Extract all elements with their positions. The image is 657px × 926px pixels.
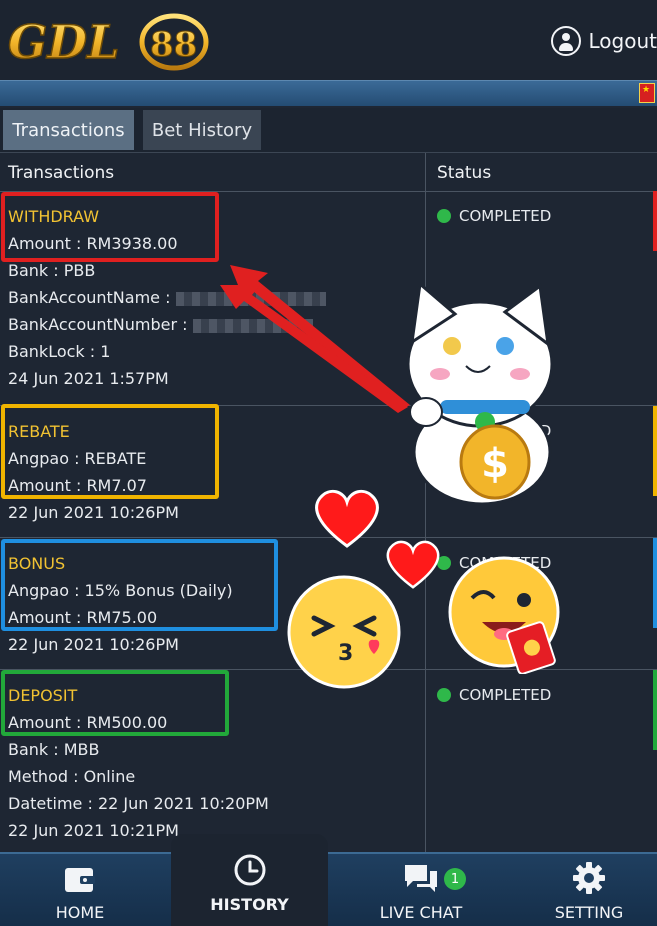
- bonus-highlight-box: [1, 539, 278, 631]
- user-icon: [550, 26, 581, 56]
- flag-icon[interactable]: [639, 83, 655, 103]
- bottom-nav: HOME LIVE CHAT 1 SETTING: [0, 852, 657, 926]
- svg-text:88: 88: [150, 25, 197, 65]
- status-dot-icon: [437, 424, 451, 438]
- redacted-value: [192, 318, 313, 333]
- redacted-value: [175, 291, 326, 306]
- chat-icon: [405, 865, 437, 892]
- transaction-date: 22 Jun 2021 10:26PM: [8, 503, 179, 522]
- svg-text:GDL: GDL: [8, 15, 120, 69]
- logout-button[interactable]: Logout: [550, 26, 657, 56]
- header-transactions: Transactions: [8, 163, 115, 183]
- transaction-detail: BankAccountName :: [8, 288, 326, 307]
- transaction-detail: Method : Online: [8, 767, 136, 786]
- transaction-date: 22 Jun 2021 10:26PM: [8, 635, 179, 654]
- tab-bar: Transactions Bet History: [0, 108, 657, 152]
- rebate-highlight-box: [1, 404, 219, 499]
- nav-setting-label: SETTING: [554, 903, 624, 922]
- nav-history[interactable]: HISTORY: [171, 834, 328, 926]
- wallet-icon: [65, 868, 95, 892]
- tab-bet-history[interactable]: Bet History: [143, 110, 261, 150]
- transaction-date: 22 Jun 2021 10:21PM: [8, 821, 179, 840]
- gear-icon: [573, 862, 605, 894]
- clock-icon: [234, 854, 265, 886]
- tab-transactions[interactable]: Transactions: [3, 110, 134, 150]
- deposit-highlight-box: [1, 670, 229, 736]
- status-dot-icon: [437, 209, 451, 223]
- transaction-detail: Bank : PBB: [8, 261, 96, 280]
- notification-badge: 1: [444, 868, 466, 890]
- nav-home-label: HOME: [55, 903, 105, 922]
- status-badge: COMPLETED: [437, 207, 551, 225]
- announcement-bar: [0, 80, 657, 106]
- status-badge: COMPLETED: [437, 686, 551, 704]
- nav-history-label: HISTORY: [210, 895, 289, 914]
- transaction-detail: Datetime : 22 Jun 2021 10:20PM: [8, 794, 269, 813]
- nav-live-chat-label: LIVE CHAT: [379, 903, 463, 922]
- status-badge: COMPLETED: [437, 422, 551, 440]
- status-badge: COMPLETED: [437, 554, 551, 572]
- status-dot-icon: [437, 688, 451, 702]
- brand-logo[interactable]: GDL 88: [6, 6, 210, 74]
- withdraw-highlight-box: [1, 192, 219, 262]
- nav-setting[interactable]: SETTING: [545, 854, 633, 926]
- transaction-detail: BankLock : 1: [8, 342, 111, 361]
- nav-live-chat[interactable]: LIVE CHAT 1: [366, 854, 476, 926]
- header-status: Status: [437, 163, 492, 183]
- header: GDL 88 Logout: [0, 0, 657, 80]
- logout-label: Logout: [588, 29, 657, 53]
- transaction-detail: Bank : MBB: [8, 740, 100, 759]
- transaction-detail: BankAccountNumber :: [8, 315, 313, 334]
- transaction-date: 24 Jun 2021 1:57PM: [8, 369, 169, 388]
- status-dot-icon: [437, 556, 451, 570]
- nav-home[interactable]: HOME: [40, 854, 120, 926]
